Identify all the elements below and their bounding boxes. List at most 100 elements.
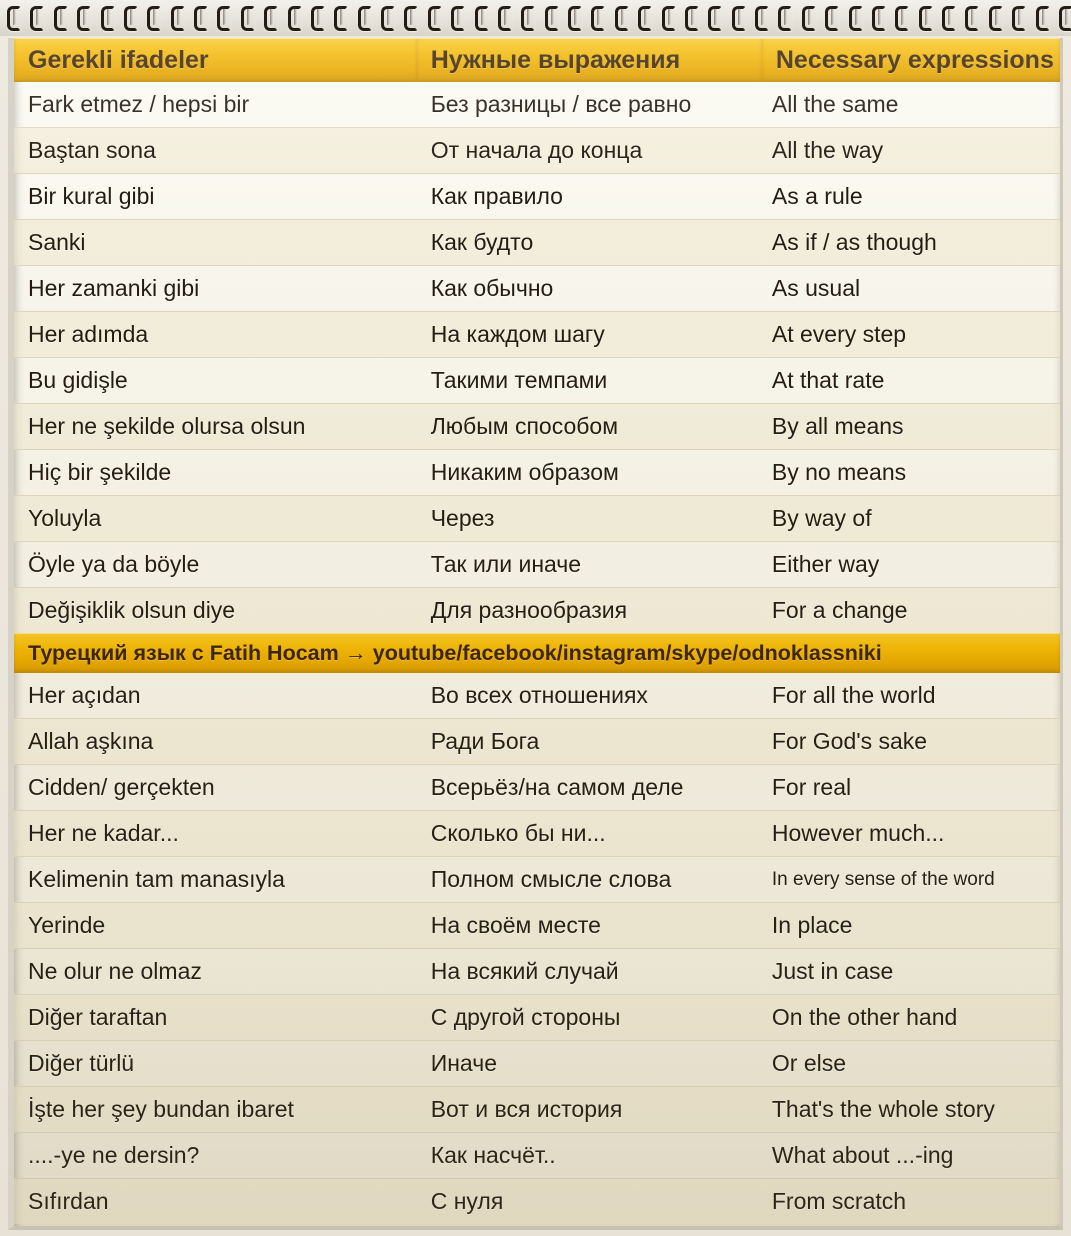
expression-english-cell: As usual (761, 265, 1060, 312)
spiral-ring-icon (403, 4, 419, 31)
expression-russian: Через (430, 505, 495, 531)
expression-english-cell: At every step (761, 311, 1060, 358)
spiral-ring-icon (567, 4, 582, 31)
expression-english: In place (771, 912, 853, 938)
expression-russian-cell: Как будто (416, 219, 762, 266)
expression-english-cell: On the other hand (761, 994, 1060, 1041)
spiral-ring-icon (777, 4, 793, 31)
spiral-ring-icon (754, 4, 769, 31)
expression-turkish: Bir kural gibi (28, 183, 155, 209)
expression-russian-cell: Ради Бога (416, 718, 762, 765)
expression-turkish: ....-ye ne dersin? (28, 1142, 200, 1168)
promo-banner-row[interactable]: Турецкий язык с Fatih Hocam → youtube/face… (14, 633, 1060, 673)
expression-english-cell: For a change (761, 587, 1060, 633)
expression-russian: Как будто (430, 229, 534, 255)
expression-turkish-cell: Her ne şekilde olursa olsun (14, 403, 417, 450)
expression-turkish-cell: Bu gidişle (14, 357, 417, 404)
spiral-ring-icon (871, 4, 886, 31)
spiral-ring-icon (941, 4, 956, 31)
expression-english: In every sense of the word (771, 869, 995, 890)
expression-turkish: Sıfırdan (28, 1188, 109, 1214)
spiral-ring-icon (731, 4, 746, 31)
expression-english: By all means (771, 413, 904, 439)
promo-links[interactable]: youtube/facebook/instagram/skype/odnokla… (373, 633, 882, 673)
expression-english-cell: For real (761, 764, 1060, 811)
expression-russian: Такими темпами (430, 367, 608, 393)
expression-russian: Любым способом (430, 413, 619, 439)
expression-english: That's the whole story (771, 1096, 995, 1122)
expression-english-cell: For all the world (761, 673, 1060, 719)
expression-turkish-cell: İşte her şey bundan ibaret (14, 1086, 417, 1133)
spiral-ring-icon (170, 4, 185, 31)
expression-russian-cell: С другой стороны (416, 994, 762, 1041)
expression-russian: Как правило (430, 183, 563, 209)
table-row: Diğer taraftan С другой стороны On the oth… (14, 994, 1060, 1041)
expression-english-cell: At that rate (761, 357, 1060, 404)
expression-english-cell: By way of (761, 495, 1060, 542)
expression-russian: Так или иначе (430, 551, 582, 577)
table-row: Her ne şekilde olursa olsun Любым способо… (14, 403, 1060, 450)
spiral-ring-icon (380, 4, 395, 31)
table-row: Yoluyla Через By way of (14, 495, 1060, 542)
expression-turkish: Diğer türlü (28, 1050, 135, 1076)
header-cell-russian: Нужные выражения (416, 38, 762, 82)
expression-turkish-cell: Baştan sona (14, 127, 417, 174)
expression-russian-cell: На всякий случай (416, 948, 762, 995)
expression-turkish-cell: Yoluyla (14, 495, 417, 542)
promo-banner-content[interactable]: Турецкий язык с Fatih Hocam → youtube/face… (14, 640, 882, 665)
header-label-english: Necessary expressions (775, 46, 1054, 74)
spiral-ring-icon (123, 4, 138, 31)
spiral-ring-icon (637, 4, 653, 31)
header-label-russian: Нужные выражения (430, 46, 681, 74)
spiral-ring-icon (474, 4, 489, 31)
expression-russian-cell: С нуля (416, 1178, 762, 1224)
expression-english: All the way (771, 137, 884, 163)
spiral-ring-icon (894, 4, 910, 31)
expression-turkish-cell: ....-ye ne dersin? (14, 1132, 417, 1179)
table-row: ....-ye ne dersin? Как насчёт.. What about… (14, 1132, 1060, 1179)
table-row: Bu gidişle Такими темпами At that rate (14, 357, 1060, 404)
expression-russian-cell: Без разницы / все равно (416, 82, 762, 128)
expression-turkish: Kelimenin tam manasıyla (28, 866, 285, 892)
spiral-ring-icon (100, 4, 115, 31)
expression-russian-cell: Вот и вся история (416, 1086, 762, 1133)
expression-english-cell: What about ...-ing (761, 1132, 1060, 1179)
expression-english: For a change (771, 597, 908, 623)
spiral-ring-icon (193, 4, 208, 31)
expression-russian-cell: Как обычно (416, 265, 762, 312)
expression-turkish-cell: Hiç bir şekilde (14, 449, 417, 496)
expression-turkish: Yerinde (28, 912, 106, 938)
expression-russian: На всякий случай (430, 958, 619, 984)
spiral-ring-icon (450, 4, 466, 31)
promo-banner-cell[interactable]: Турецкий язык с Fatih Hocam → youtube/face… (14, 633, 1060, 673)
spiral-ring-icon (614, 4, 629, 31)
table-row: Fark etmez / hepsi bir Без разницы / все … (14, 82, 1060, 128)
expression-english: As if / as though (771, 229, 937, 255)
expression-turkish: Değişiklik olsun diye (28, 597, 236, 623)
expression-russian-cell: Во всех отношениях (416, 673, 762, 719)
spiral-ring-icon (6, 4, 21, 31)
expression-english: As a rule (771, 183, 863, 209)
expression-turkish-cell: Öyle ya da böyle (14, 541, 417, 588)
expression-english-cell: All the way (761, 127, 1060, 174)
table-row: Diğer türlü Иначе Or else (14, 1040, 1060, 1087)
expression-english-cell: Or else (761, 1040, 1060, 1087)
expression-english-cell: Either way (761, 541, 1060, 588)
table-row: Kelimenin tam manasıyla Полном смысле сло… (14, 856, 1060, 903)
expression-english: At every step (771, 321, 907, 347)
expression-russian: Во всех отношениях (430, 682, 648, 708)
expression-english-cell: All the same (761, 82, 1060, 128)
arrow-right-icon: → (344, 640, 367, 665)
expression-russian-cell: Сколько бы ни... (416, 810, 762, 857)
expression-english: For all the world (771, 682, 936, 708)
expression-english: As usual (771, 275, 861, 301)
expression-russian-cell: Для разнообразия (416, 587, 762, 633)
expression-russian-cell: Любым способом (416, 403, 762, 450)
table-header-row: Gerekli ifadeler Нужные выражения Necess… (14, 38, 1060, 82)
expression-russian: С нуля (430, 1188, 504, 1214)
spiral-ring-row (4, 4, 1071, 34)
expression-turkish-cell: Kelimenin tam manasıyla (14, 856, 417, 903)
table-row: Her ne kadar... Сколько бы ни... However m… (14, 810, 1060, 857)
table-row: Değişiklik olsun diye Для разнообразия For… (14, 587, 1060, 633)
spiral-ring-icon (76, 4, 92, 31)
